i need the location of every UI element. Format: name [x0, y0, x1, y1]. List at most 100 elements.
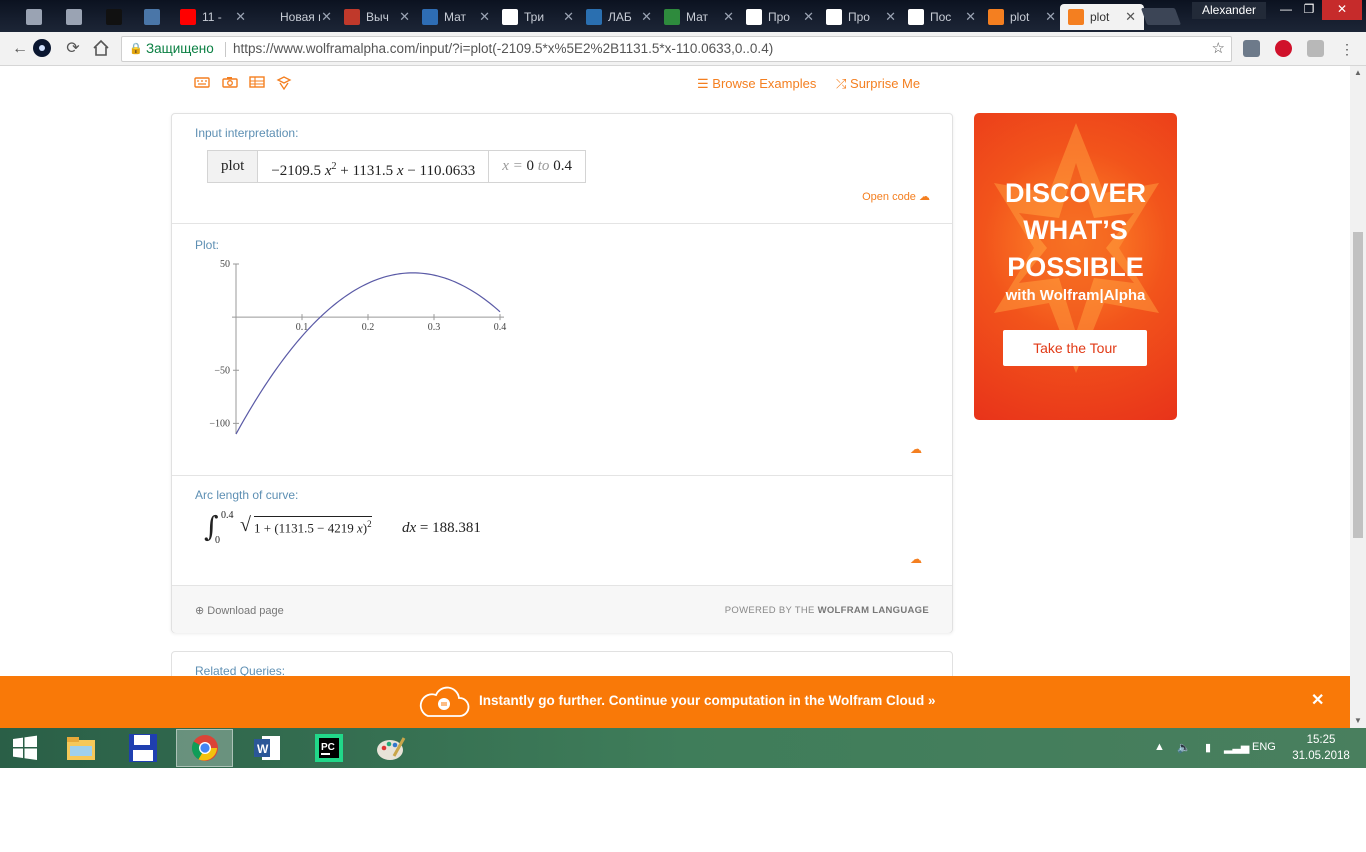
svg-text:PC: PC — [321, 742, 335, 753]
browser-tab[interactable]: Новая в✕ — [250, 4, 340, 30]
tab-close-icon[interactable]: ✕ — [723, 9, 734, 25]
browser-tab[interactable]: Про ✕ — [738, 4, 822, 30]
browser-tab[interactable]: Выч ✕ — [336, 4, 418, 30]
tab-close-icon[interactable]: ✕ — [965, 9, 976, 25]
scroll-down-arrow-icon[interactable]: ▼ — [1350, 714, 1366, 728]
wolfram-cloud-bar[interactable]: Instantly go further. Continue your comp… — [0, 676, 1350, 728]
tab-close-icon[interactable]: ✕ — [1045, 9, 1056, 25]
scroll-up-arrow-icon[interactable]: ▲ — [1350, 66, 1366, 80]
random-palette-icon[interactable] — [276, 76, 292, 91]
taskbar-chrome[interactable] — [176, 729, 233, 767]
keyboard-icon[interactable] — [194, 76, 210, 90]
extension-car-icon[interactable] — [1243, 40, 1260, 57]
extension-puzzle-icon[interactable] — [1307, 40, 1324, 57]
start-button[interactable] — [0, 729, 50, 767]
clock-date[interactable]: 31.05.2018 — [1290, 750, 1352, 762]
table-icon[interactable] — [249, 76, 265, 90]
browser-tab[interactable]: Три ✕ — [494, 4, 582, 30]
close-window-button[interactable]: ✕ — [1322, 0, 1362, 20]
shuffle-icon: ⤮ — [836, 76, 847, 91]
profile-button[interactable]: Alexander — [1192, 2, 1266, 19]
youtube-icon — [180, 9, 196, 25]
browser-tab[interactable]: ЛАБ ✕ — [578, 4, 660, 30]
cloud-bar-close-button[interactable]: ✕ — [1311, 690, 1324, 710]
clock-time[interactable]: 15:25 — [1303, 734, 1339, 746]
network-signal-icon[interactable]: ▂▃▅ — [1224, 741, 1249, 754]
browser-tab[interactable]: Пос ✕ — [900, 4, 984, 30]
plot-pod: Plot: 0.1 0.2 0.3 0.4 50 −50 −100 ☁ — [172, 224, 952, 476]
pod-title: Plot: — [195, 238, 220, 252]
battery-icon[interactable]: ▮ — [1205, 741, 1211, 754]
browser-tab[interactable] — [98, 4, 140, 30]
tab-close-icon[interactable]: ✕ — [563, 9, 574, 25]
page-scrollbar[interactable]: ▲ ▼ — [1350, 66, 1366, 728]
home-button[interactable] — [91, 39, 111, 59]
ad-headline: DISCOVER WHAT’S POSSIBLE — [1004, 178, 1147, 282]
tab-close-icon[interactable]: ✕ — [235, 9, 246, 25]
browser-tab[interactable]: Мат ✕ — [414, 4, 498, 30]
green-diag-icon — [664, 9, 680, 25]
taskbar-word[interactable]: W — [238, 729, 295, 767]
new-tab-button[interactable] — [1140, 8, 1182, 25]
tab-close-icon[interactable]: ✕ — [803, 9, 814, 25]
address-bar[interactable]: 🔒 Защищено https://www.wolframalpha.com/… — [121, 36, 1232, 62]
x-tick-label: 0.2 — [362, 322, 375, 333]
document-icon — [66, 9, 82, 25]
word-icon: W — [253, 736, 280, 760]
menu-lines-icon: ☰ — [697, 76, 709, 91]
results-card: Input interpretation: plot −2109.5 x2 + … — [171, 113, 953, 633]
plot-chart[interactable]: 0.1 0.2 0.3 0.450−50−100 — [192, 254, 512, 444]
reload-button[interactable]: ⟳ — [63, 39, 83, 59]
secure-label: Защищено — [146, 41, 214, 56]
browser-tab[interactable] — [18, 4, 62, 30]
bookmark-star-icon[interactable]: ☆ — [1212, 37, 1225, 61]
wolfram-icon — [1068, 9, 1084, 25]
menu-kebab-icon[interactable]: ⋮ — [1337, 39, 1357, 59]
cloud-bar-text[interactable]: Instantly go further. Continue your comp… — [479, 693, 936, 708]
taskbar-file-explorer[interactable] — [52, 729, 109, 767]
tab-close-icon[interactable]: ✕ — [885, 9, 896, 25]
tab-close-icon[interactable]: ✕ — [1125, 9, 1136, 25]
url-text[interactable]: https://www.wolframalpha.com/input/?i=pl… — [233, 37, 773, 61]
download-page-link[interactable]: ⊕ Download page — [195, 604, 284, 617]
browser-tab-strip: 11 -✕Новая в✕Выч✕Мат✕Три✕ЛАБ✕Мат✕Про✕Про… — [0, 0, 1366, 32]
open-code-link[interactable]: Open code ☁ — [862, 190, 930, 203]
taskbar-pycharm[interactable]: PC — [300, 729, 357, 767]
browser-tab[interactable] — [136, 4, 176, 30]
pod-title: Arc length of curve: — [195, 488, 299, 502]
taskbar-paint[interactable] — [362, 729, 419, 767]
tab-close-icon[interactable]: ✕ — [479, 9, 490, 25]
language-indicator[interactable]: ENG — [1252, 741, 1276, 753]
blank-area — [0, 768, 1366, 852]
browse-examples-link[interactable]: ☰ Browse Examples — [697, 76, 816, 92]
surprise-me-link[interactable]: ⤮ Surprise Me — [836, 76, 920, 92]
extension-opera-icon[interactable] — [1275, 40, 1292, 57]
volume-icon[interactable]: 🔈 — [1177, 741, 1191, 754]
tab-close-icon[interactable]: ✕ — [399, 9, 410, 25]
browser-tab[interactable]: plot ✕ — [1060, 4, 1144, 30]
restore-button[interactable]: ❐ — [1295, 0, 1323, 20]
info-icon — [106, 9, 122, 25]
scrollbar-thumb[interactable] — [1353, 232, 1363, 538]
camera-icon[interactable] — [222, 76, 238, 90]
wolfram-icon — [988, 9, 1004, 25]
tab-close-icon[interactable]: ✕ — [321, 9, 332, 25]
browser-tab[interactable]: Мат ✕ — [656, 4, 742, 30]
ad-subline: with Wolfram|Alpha — [1005, 287, 1146, 304]
powered-by-label[interactable]: POWERED BY THE WOLFRAM LANGUAGE — [725, 605, 929, 616]
cloud-arrow-icon[interactable]: ☁ — [910, 552, 930, 566]
tab-title: Пос — [930, 10, 952, 24]
tab-close-icon[interactable]: ✕ — [641, 9, 652, 25]
browser-tab[interactable]: 11 - ✕ — [172, 4, 254, 30]
tray-expand-icon[interactable]: ▲ — [1154, 741, 1165, 753]
plot-curve — [235, 272, 501, 435]
browser-tab[interactable]: plot ✕ — [980, 4, 1064, 30]
discover-ad-banner[interactable]: DISCOVER WHAT’S POSSIBLE with Wolfram|Al… — [974, 113, 1177, 420]
browser-tab[interactable]: Про ✕ — [818, 4, 904, 30]
taskbar-floppy-app[interactable] — [114, 729, 171, 767]
back-button[interactable]: ← — [10, 39, 30, 59]
interpretation-table[interactable]: plot −2109.5 x2 + 1131.5 x − 110.0633 x … — [207, 150, 586, 183]
take-the-tour-button[interactable]: Take the Tour — [1003, 330, 1147, 366]
cloud-arrow-icon[interactable]: ☁ — [910, 442, 930, 456]
browser-tab[interactable] — [58, 4, 102, 30]
